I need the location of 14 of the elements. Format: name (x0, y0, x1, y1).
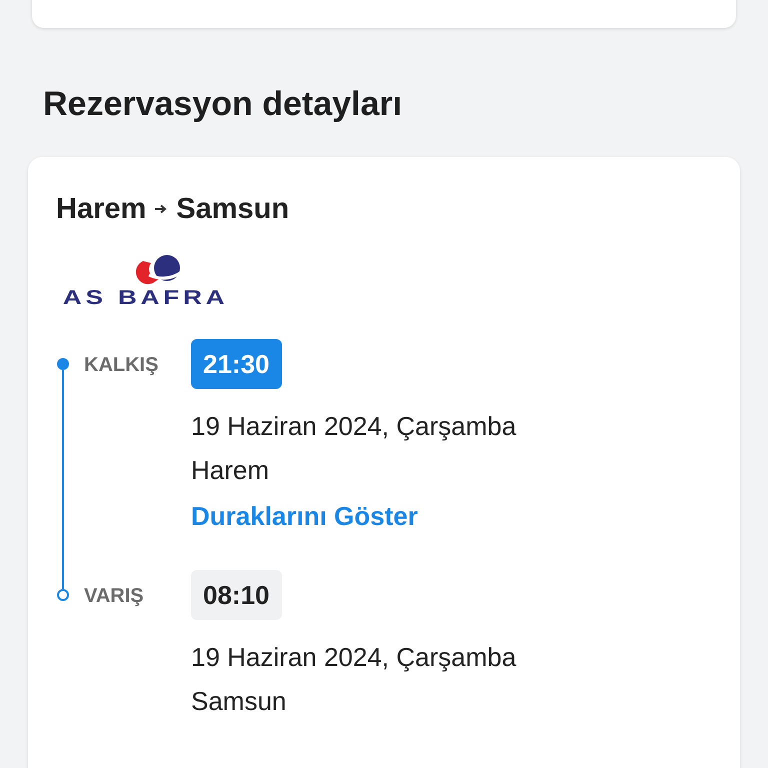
section-title: Rezervasyon detayları (43, 84, 404, 124)
destination-city: Samsun (176, 192, 290, 227)
time-badge: 21:30 (191, 339, 282, 389)
place-text: Samsun (191, 685, 286, 718)
show-stops-link[interactable]: Duraklarını Göster (191, 492, 418, 540)
place-text: Harem (191, 454, 270, 487)
origin-city: Harem (56, 192, 146, 227)
stop-label: KALKIŞ (84, 353, 160, 378)
date-text: 19 Haziran 2024, Çarşamba (191, 641, 516, 674)
date-text: 19 Haziran 2024, Çarşamba (191, 410, 516, 443)
arrow-icon (154, 203, 168, 215)
operator-logo: AS BAFRA (63, 287, 229, 309)
time-badge: 08:10 (191, 570, 282, 620)
stop-label: VARIŞ (84, 584, 145, 609)
